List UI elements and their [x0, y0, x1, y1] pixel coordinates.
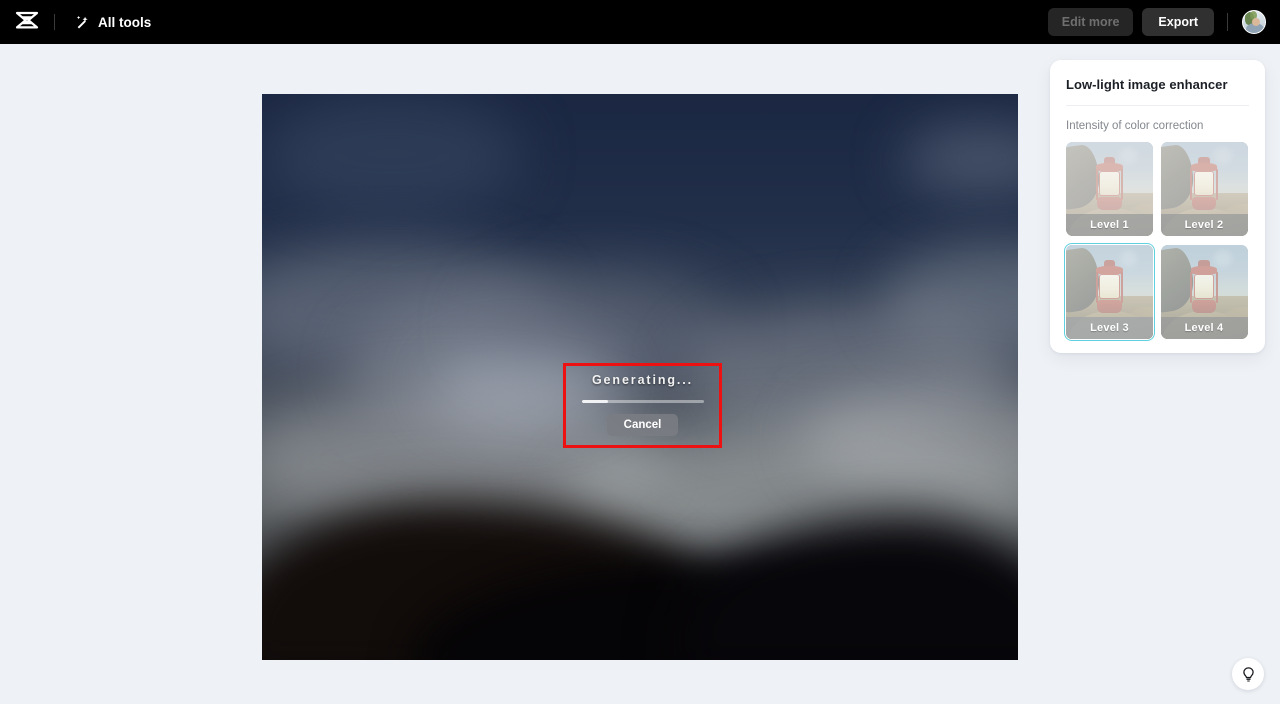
export-button[interactable]: Export — [1142, 8, 1214, 36]
level-option-4[interactable]: Level 4 — [1160, 245, 1248, 339]
panel-title: Low-light image enhancer — [1066, 77, 1228, 92]
lightbulb-icon — [1242, 666, 1254, 682]
cloud-11 — [262, 94, 522, 214]
low-light-enhancer-panel: Low-light image enhancer Intensity of co… — [1050, 60, 1265, 353]
intensity-level-grid: Level 1 Level 2 Level 3 Level 4 — [1063, 142, 1249, 342]
progress-bar-fill — [581, 400, 609, 403]
level-option-3[interactable]: Level 3 — [1063, 242, 1156, 342]
app-root: All tools Edit more Export Generating...… — [0, 0, 1280, 704]
all-tools-button[interactable]: All tools — [69, 9, 155, 36]
cancel-button[interactable]: Cancel — [606, 414, 679, 436]
level-option-1[interactable]: Level 1 — [1066, 142, 1153, 236]
topbar-actions: Edit more Export — [1047, 8, 1266, 36]
level-1-label: Level 1 — [1066, 214, 1153, 236]
progress-bar — [581, 400, 704, 403]
help-button[interactable] — [1232, 658, 1264, 690]
level-4-label: Level 4 — [1160, 317, 1248, 339]
topbar-divider — [54, 14, 55, 30]
level-3-label: Level 3 — [1066, 317, 1153, 339]
generating-label: Generating... — [591, 373, 694, 387]
panel-subtitle: Intensity of color correction — [1066, 120, 1204, 132]
all-tools-label: All tools — [98, 14, 152, 30]
panel-divider — [1066, 105, 1249, 106]
topbar-divider-2 — [1227, 13, 1228, 31]
top-bar: All tools Edit more Export — [0, 0, 1280, 44]
edit-more-button[interactable]: Edit more — [1047, 8, 1134, 36]
generating-dialog: Generating... Cancel — [566, 366, 719, 445]
magic-wand-icon — [76, 15, 88, 28]
level-option-2[interactable]: Level 2 — [1160, 142, 1248, 236]
avatar-head — [1252, 18, 1260, 26]
capcut-logo-icon[interactable] — [12, 7, 42, 37]
level-2-label: Level 2 — [1160, 214, 1248, 236]
avatar[interactable] — [1242, 10, 1266, 34]
